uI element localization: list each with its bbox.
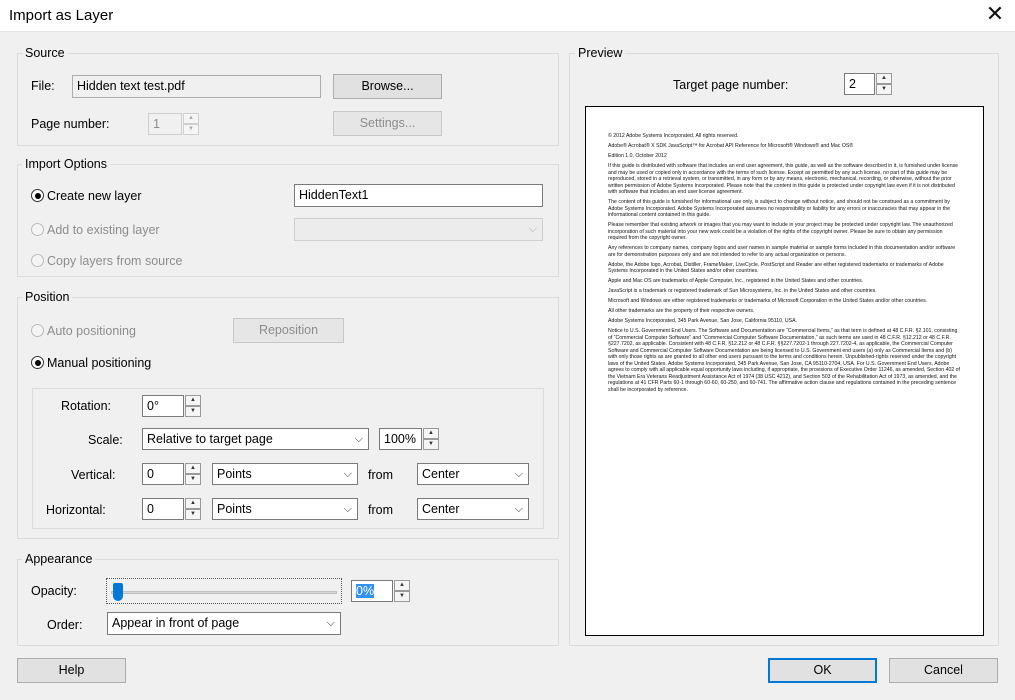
scale-input[interactable]: 100%	[379, 428, 422, 450]
vertical-from-label: from	[368, 468, 393, 482]
horizontal-spinner-icon[interactable]: ▲ ▼	[185, 498, 201, 520]
help-button[interactable]: Help	[17, 658, 126, 683]
page-number-spinner-icon[interactable]: ▲ ▼	[183, 113, 199, 135]
horizontal-from-label: from	[368, 503, 393, 517]
preview-label: Preview	[575, 46, 626, 60]
browse-button[interactable]: Browse...	[333, 74, 442, 99]
order-select[interactable]: Appear in front of page ⌵	[107, 612, 341, 635]
file-field[interactable]: Hidden text test.pdf	[72, 75, 321, 98]
horizontal-unit-value: Points	[217, 502, 252, 516]
vertical-spinner-icon[interactable]: ▲ ▼	[185, 463, 201, 485]
scale-mode-select[interactable]: Relative to target page ⌵	[142, 428, 369, 450]
page-number-field[interactable]: 1	[148, 113, 182, 135]
copy-layers-radio[interactable]	[31, 254, 44, 267]
preview-paragraph: Adobe® Acrobat® X SDK JavaScript™ for Ac…	[608, 143, 854, 149]
preview-page: © 2012 Adobe Systems Incorporated. All r…	[585, 106, 984, 636]
chevron-down-icon: ⌵	[326, 617, 335, 629]
auto-positioning-radio[interactable]	[31, 324, 44, 337]
scale-label: Scale:	[88, 433, 123, 447]
order-value: Appear in front of page	[112, 616, 240, 630]
scale-spinner-icon[interactable]: ▲ ▼	[423, 428, 439, 450]
chevron-down-icon: ⌵	[343, 468, 352, 480]
copy-layers-label: Copy layers from source	[47, 254, 183, 268]
chevron-down-icon: ⌵	[514, 503, 523, 515]
horizontal-anchor-value: Center	[422, 502, 460, 516]
preview-paragraph: Apple and Mac OS are trademarks of Apple…	[608, 278, 864, 284]
target-page-label: Target page number:	[673, 78, 789, 92]
page-number-label: Page number:	[31, 117, 110, 131]
cancel-button[interactable]: Cancel	[889, 658, 998, 683]
settings-button[interactable]: Settings...	[333, 111, 442, 136]
vertical-label: Vertical:	[71, 468, 116, 482]
vertical-input[interactable]: 0	[142, 463, 184, 485]
import-options-label: Import Options	[22, 157, 110, 171]
preview-paragraph: © 2012 Adobe Systems Incorporated. All r…	[608, 133, 739, 139]
window-title: Import as Layer	[9, 7, 114, 24]
opacity-slider[interactable]	[106, 578, 342, 604]
ok-button[interactable]: OK	[768, 658, 877, 683]
preview-paragraph: Notice to U.S. Government End Users. The…	[608, 328, 960, 393]
close-icon[interactable]: ✕	[983, 3, 1007, 27]
target-page-input[interactable]: 2	[844, 73, 875, 95]
manual-positioning-label: Manual positioning	[47, 356, 152, 370]
opacity-label: Opacity:	[31, 584, 77, 598]
chevron-down-icon: ⌵	[514, 468, 523, 480]
create-new-layer-label: Create new layer	[47, 189, 142, 203]
preview-paragraph: All other trademarks are the property of…	[608, 308, 755, 314]
vertical-unit-value: Points	[217, 467, 252, 481]
opacity-slider-thumb[interactable]	[113, 583, 123, 601]
file-label: File:	[31, 79, 55, 93]
create-new-layer-radio[interactable]	[31, 189, 44, 202]
layer-name-input[interactable]: HiddenText1	[294, 184, 543, 207]
preview-paragraph: Adobe, the Adobe logo, Acrobat, Distille…	[608, 261, 944, 275]
preview-paragraph: Adobe Systems Incorporated, 345 Park Ave…	[608, 318, 797, 324]
rotation-spinner-icon[interactable]: ▲ ▼	[185, 395, 201, 417]
preview-paragraph: Please remember that existing artwork or…	[608, 222, 953, 241]
preview-paragraph: JavaScript is a trademark or registered …	[608, 288, 877, 294]
reposition-button[interactable]: Reposition	[233, 318, 344, 343]
preview-page-text: © 2012 Adobe Systems Incorporated. All r…	[608, 133, 960, 397]
source-group	[17, 53, 559, 146]
opacity-slider-track	[111, 591, 337, 594]
title-bar: Import as Layer ✕	[0, 0, 1015, 32]
opacity-spinner-icon[interactable]: ▲ ▼	[394, 580, 410, 602]
horizontal-anchor-select[interactable]: Center ⌵	[417, 498, 529, 520]
source-group-label: Source	[22, 46, 68, 60]
preview-paragraph: If this guide is distributed with softwa…	[608, 163, 959, 195]
position-label: Position	[22, 290, 73, 304]
opacity-input[interactable]: 0%	[351, 580, 393, 602]
order-label: Order:	[47, 618, 83, 632]
horizontal-input[interactable]: 0	[142, 498, 184, 520]
add-existing-layer-label: Add to existing layer	[47, 223, 160, 237]
vertical-anchor-select[interactable]: Center ⌵	[417, 463, 529, 485]
rotation-input[interactable]: 0°	[142, 395, 184, 417]
chevron-down-icon: ⌵	[354, 433, 363, 445]
preview-paragraph: The content of this guide is furnished f…	[608, 199, 950, 218]
preview-paragraph: Microsoft and Windows are either registe…	[608, 298, 928, 304]
scale-mode-value: Relative to target page	[147, 432, 273, 446]
rotation-label: Rotation:	[61, 399, 112, 413]
chevron-down-icon: ⌵	[343, 503, 352, 515]
horizontal-unit-select[interactable]: Points ⌵	[212, 498, 358, 520]
manual-positioning-radio[interactable]	[31, 356, 44, 369]
horizontal-label: Horizontal:	[46, 503, 106, 517]
vertical-unit-select[interactable]: Points ⌵	[212, 463, 358, 485]
preview-paragraph: Edition 1.0, October 2012	[608, 153, 667, 159]
auto-positioning-label: Auto positioning	[47, 324, 136, 338]
appearance-label: Appearance	[22, 552, 96, 566]
add-existing-layer-radio[interactable]	[31, 223, 44, 236]
existing-layer-select[interactable]: ⌵	[294, 218, 543, 241]
vertical-anchor-value: Center	[422, 467, 460, 481]
target-page-spinner-icon[interactable]: ▲ ▼	[876, 73, 892, 95]
preview-paragraph: Any references to company names, company…	[608, 245, 956, 258]
